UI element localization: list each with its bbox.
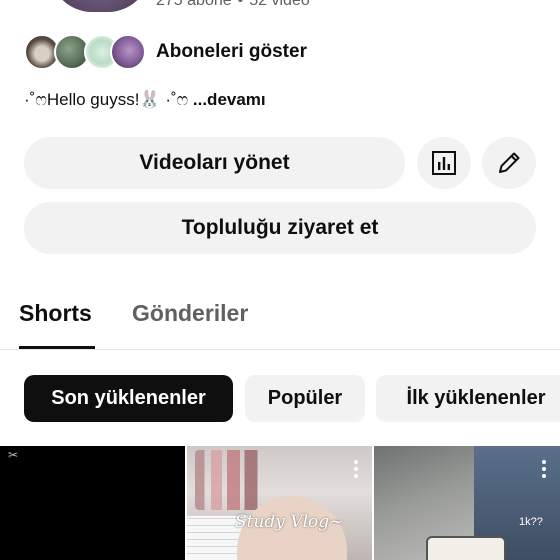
thumbnail-image [426,536,506,560]
filter-chip-label: İlk yüklenenler [406,387,546,409]
channel-avatar[interactable] [50,0,150,12]
subscriber-count: 275 abone [156,0,232,9]
filter-chip-recent[interactable]: Son yüklenenler [24,375,233,422]
filter-chip-label: Son yüklenenler [51,387,206,409]
tab-shorts[interactable]: Shorts [19,300,92,327]
short-thumbnail[interactable]: Study Vlog~ [187,446,372,560]
short-view-count: 1k?? [519,516,543,528]
video-count: 52 video [249,0,310,9]
manage-videos-button[interactable]: Videoları yönet [24,137,405,189]
thumbnail-image [195,450,275,510]
visit-community-label: Topluluğu ziyaret et [181,216,379,239]
active-tab-indicator [19,346,95,349]
tab-posts[interactable]: Gönderiler [132,300,248,327]
analytics-button[interactable] [417,137,471,189]
watermark-icon: ✂ [8,448,19,462]
filter-chip-oldest[interactable]: İlk yüklenenler [376,375,560,422]
shorts-grid: ✂ Study Vlog~ 1k?? [0,446,560,560]
more-options-icon[interactable] [354,460,358,478]
filter-chip-popular[interactable]: Popüler [245,375,365,422]
visit-community-button[interactable]: Topluluğu ziyaret et [24,202,536,254]
channel-tabs: Shorts Gönderiler [0,290,560,350]
short-overlay-text: Study Vlog~ [235,512,344,532]
show-subscribers-link[interactable]: Aboneleri göster [156,41,307,63]
stats-separator: • [237,0,244,9]
subscriber-avatar [110,34,146,70]
subscribers-row[interactable]: Aboneleri göster [24,32,424,72]
filter-chip-label: Popüler [267,387,343,409]
bio-text: ·˚ෆHello guyss!🐰 ·˚ෆ [24,90,189,109]
bio-more-link[interactable]: ...devamı [193,90,266,109]
channel-bio[interactable]: ·˚ෆHello guyss!🐰 ·˚ෆ ...devamı [24,90,266,110]
short-thumbnail[interactable]: ✂ [0,446,185,560]
pencil-icon [499,152,520,173]
manage-videos-label: Videoları yönet [139,151,290,174]
edit-channel-button[interactable] [482,137,536,189]
short-thumbnail[interactable]: 1k?? [374,446,560,560]
channel-stats: 275 abone • 52 video [156,0,310,10]
analytics-icon [432,151,456,175]
more-options-icon[interactable] [542,460,546,478]
